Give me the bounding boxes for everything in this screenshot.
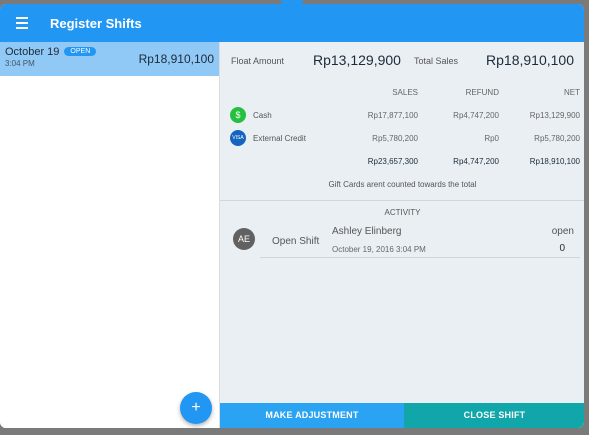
hamburger-menu-icon[interactable]	[16, 17, 36, 29]
activity-date: October 19, 2016 3:04 PM	[332, 245, 426, 254]
float-amount-label: Float Amount	[231, 56, 285, 66]
sales-cell: Rp5,780,200	[372, 134, 418, 143]
activity-state: open	[551, 226, 574, 237]
activity-user: Ashley Elinberg	[332, 226, 402, 237]
section-divider	[220, 200, 584, 201]
float-amount-value: Rp13,129,900	[313, 52, 401, 68]
add-shift-button[interactable]: +	[180, 392, 212, 424]
refund-column-header: REFUND	[465, 88, 499, 97]
payment-label: Cash	[253, 111, 272, 120]
shift-list-item[interactable]: October 19 OPEN 3:04 PM Rp18,910,100	[0, 42, 219, 76]
payment-row-cash: $ Cash Rp17,877,100 Rp4,747,200 Rp13,129…	[220, 106, 584, 126]
sales-cell: Rp17,877,100	[367, 111, 418, 120]
payments-header: SALES REFUND NET	[220, 88, 584, 108]
visa-icon: VISA	[230, 130, 246, 146]
total-sales-label: Total Sales	[414, 56, 459, 66]
shift-list-panel: October 19 OPEN 3:04 PM Rp18,910,100 +	[0, 42, 219, 428]
avatar: AE	[233, 228, 255, 250]
refund-total: Rp4,747,200	[453, 157, 499, 166]
net-total: Rp18,910,100	[529, 157, 580, 166]
close-shift-button[interactable]: CLOSE SHIFT	[404, 403, 584, 428]
shift-amount: Rp18,910,100	[138, 52, 214, 66]
net-cell: Rp5,780,200	[534, 134, 580, 143]
activity-amount: 0	[559, 243, 565, 254]
payment-totals-row: Rp23,657,300 Rp4,747,200 Rp18,910,100	[220, 152, 584, 172]
activity-heading: ACTIVITY	[384, 208, 421, 217]
app-header: Register Shifts	[0, 4, 584, 42]
status-badge: OPEN	[64, 47, 97, 56]
refund-cell: Rp0	[484, 134, 499, 143]
register-shifts-window: Register Shifts October 19 OPEN 3:04 PM R…	[0, 4, 584, 428]
net-column-header: NET	[564, 88, 580, 97]
page-title: Register Shifts	[50, 15, 142, 31]
payment-label: External Credit	[253, 134, 306, 143]
shift-summary: Float Amount Rp13,129,900 Total Sales Rp…	[220, 42, 584, 78]
total-sales-value: Rp18,910,100	[486, 52, 574, 68]
payment-row-external-credit: VISA External Credit Rp5,780,200 Rp0 Rp5…	[220, 129, 584, 149]
activity-divider	[260, 257, 580, 258]
shift-date-label: October 19	[5, 46, 60, 58]
activity-type: Open Shift	[272, 236, 320, 247]
net-cell: Rp13,129,900	[529, 111, 580, 120]
shift-detail-panel: Float Amount Rp13,129,900 Total Sales Rp…	[219, 42, 584, 428]
gift-cards-note: Gift Cards arent counted towards the tot…	[328, 180, 477, 189]
dollar-icon: $	[230, 107, 246, 123]
sales-total: Rp23,657,300	[367, 157, 418, 166]
sales-column-header: SALES	[392, 88, 418, 97]
refund-cell: Rp4,747,200	[453, 111, 499, 120]
make-adjustment-button[interactable]: MAKE ADJUSTMENT	[220, 403, 404, 428]
